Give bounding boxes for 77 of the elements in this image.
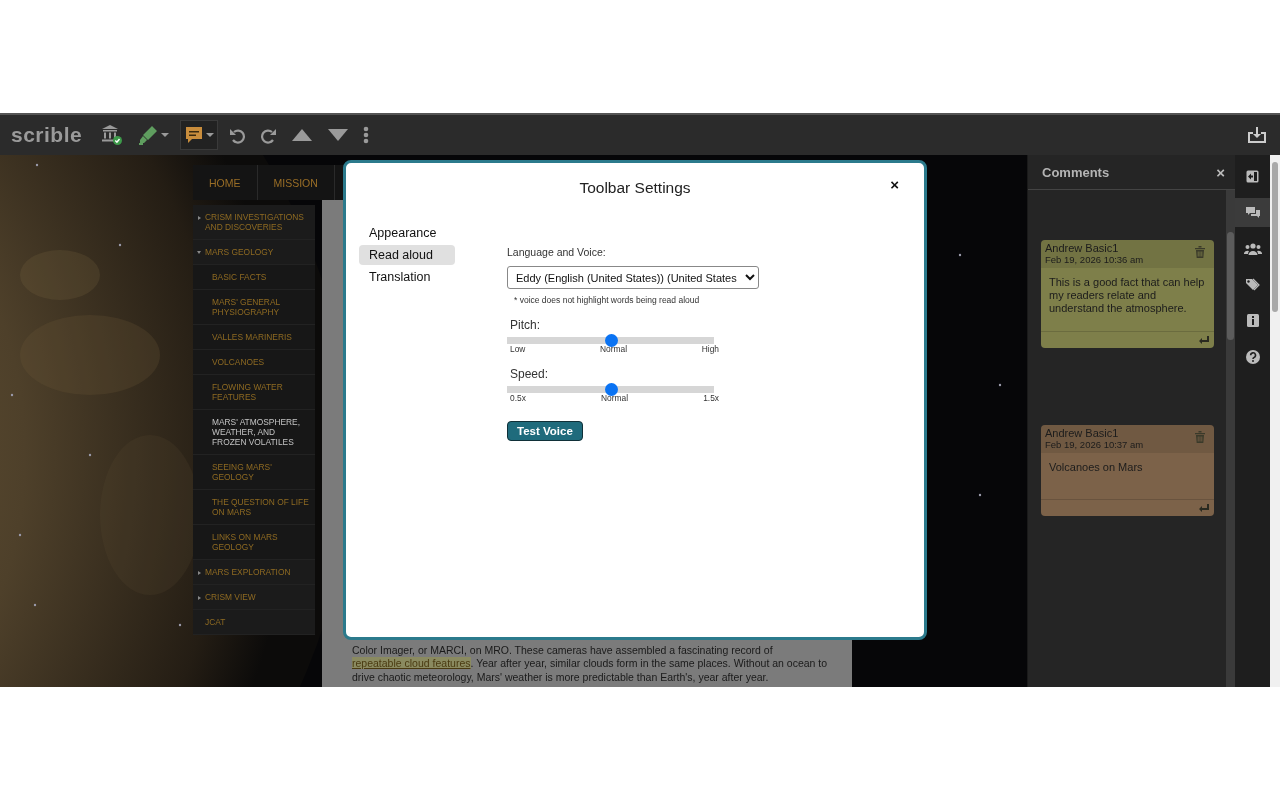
tick-label: Normal [600,344,628,354]
test-voice-button[interactable]: Test Voice [507,421,583,441]
trash-icon [1195,431,1205,443]
submenu-item[interactable]: BASIC FACTS [193,265,315,290]
scrollbar-thumb[interactable] [1272,162,1278,312]
voice-select[interactable]: Eddy (English (United States)) (United States [507,266,759,289]
tick-label: High [701,344,719,354]
submenu-item[interactable]: FLOWING WATER FEATURES [193,375,315,410]
menu-group[interactable]: MARS EXPLORATION [193,560,315,585]
link[interactable]: repeatable cloud features [352,657,471,669]
menu-group[interactable]: CRISM INVESTIGATIONS AND DISCOVERIES [193,205,315,240]
slider-label: Speed: [510,367,550,381]
scrollbar-thumb[interactable] [1227,232,1234,340]
scrollbar[interactable] [1270,155,1280,687]
submenu-item[interactable]: MARS' ATMOSPHERE, WEATHER, AND FROZEN VOLATILES [193,410,315,455]
slider-track[interactable] [507,337,714,344]
comment-tool-button[interactable] [180,120,219,150]
tick-label: 1.5x [703,393,719,403]
logo: scrible [11,123,83,147]
tick-label: Normal [601,393,628,403]
comment-text: This is a good fact that can help my readers relate and understand the atmosphere. [1048,275,1206,316]
tick-label: Low [510,344,526,354]
scrollbar[interactable] [1226,190,1235,687]
slider-track[interactable] [507,386,714,393]
tag-icon [1245,278,1260,291]
comment-icon [184,125,205,145]
up-triangle-icon [291,128,314,142]
marker-icon [137,124,160,146]
reply-icon [1199,336,1209,344]
voice-note: * voice does not highlight words being read aloud [514,295,701,305]
caret-icon [161,133,170,137]
people-icon [1243,242,1262,255]
dialog-title: Toolbar Settings [579,179,691,197]
trash-icon [1195,246,1205,258]
menu-item[interactable]: JCAT [193,610,315,635]
slider-thumb[interactable] [604,334,618,347]
panel-exit-icon [1246,170,1259,183]
panel-title: Comments [1042,164,1110,180]
comment-author: Andrew Basic1 [1045,242,1119,254]
comment-date: Feb 19, 2026 10:36 am [1045,254,1144,265]
settings-tab[interactable]: Translation [359,267,455,287]
redo-icon [260,126,278,144]
more-icon [363,126,370,144]
close-button[interactable]: × [1216,163,1225,181]
article-paragraph: Color Imager, or MARCI, on MRO. These cameras have assembled a fascinating record of repeatable cloud features. Year after year, similar clouds form in the same places. Without an ocean to drive chaotic meteorology, Mars' weather is more predictable than Earth's, year after year. [352,643,829,684]
slider-thumb[interactable] [604,383,618,396]
comment-date: Feb 19, 2026 10:37 am [1045,439,1144,450]
submenu-item[interactable]: THE QUESTION OF LIFE ON MARS [193,490,315,525]
speech-bubbles-icon [1244,206,1261,219]
down-triangle-icon [327,128,350,142]
submenu-item[interactable]: MARS' GENERAL PHYSIOGRAPHY [193,290,315,325]
menu-group[interactable]: CRISM VIEW [193,585,315,610]
menu-item-label: MARS GEOLOGY [205,247,274,257]
close-button[interactable]: × [890,176,899,193]
submenu-item[interactable]: VOLCANOES [193,350,315,375]
submenu-item[interactable]: SEEING MARS' GEOLOGY [193,455,315,490]
download-tray-icon [1247,126,1267,144]
comments-rail-button[interactable] [1235,198,1270,227]
tick-label: 0.5x [510,393,526,403]
undo-icon [229,126,247,144]
nav-link[interactable]: HOME [193,165,258,200]
reply-icon [1199,504,1209,512]
menu-item-label: MARS EXPLORATION [205,567,291,577]
submenu-item[interactable]: VALLES MARINERIS [193,325,315,350]
slider-label: Pitch: [510,318,541,332]
menu-item-label: CRISM VIEW [205,592,256,602]
field-label: Language and Voice: [507,246,607,258]
submenu-item[interactable]: LINKS ON MARS GEOLOGY [193,525,315,560]
comment-text: Volcanoes on Mars [1048,460,1144,475]
settings-tab[interactable]: Appearance [359,223,455,243]
menu-item-label: CRISM INVESTIGATIONS AND DISCOVERIES [205,212,304,232]
help-icon [1245,349,1260,364]
building-icon [101,124,124,146]
settings-tab[interactable]: Read aloud [359,245,455,265]
info-icon [1246,314,1259,327]
comment-author: Andrew Basic1 [1045,427,1119,439]
caret-icon [206,133,215,137]
